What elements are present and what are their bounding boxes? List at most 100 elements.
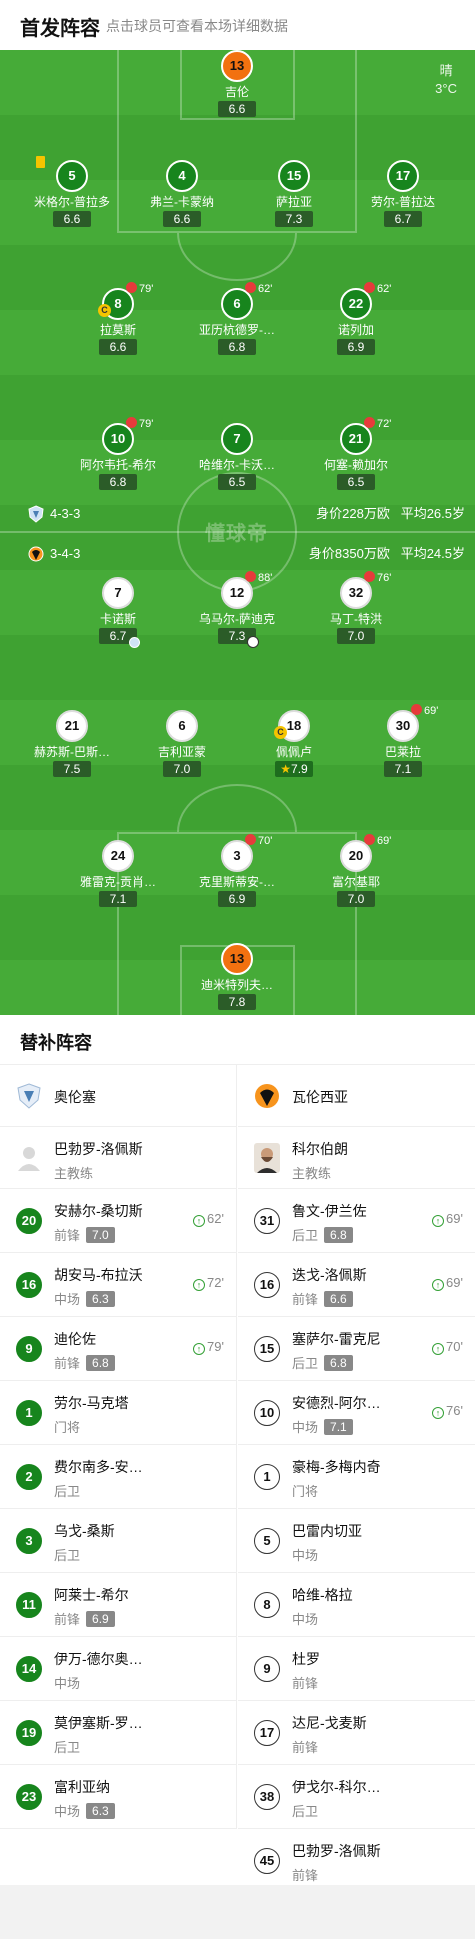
home-player-card[interactable]: 13 吉伦 6.6 <box>177 50 297 118</box>
jersey-number: 15 <box>254 1336 280 1362</box>
sub-player-row[interactable]: 10 安德烈-阿尔… 中场 7.1 ↑ 76' <box>238 1381 475 1445</box>
away-player-card[interactable]: 21 赫苏斯-巴斯… 7.5 <box>12 710 132 778</box>
player-rating: 6.3 <box>86 1291 115 1307</box>
jersey-number: 13 <box>221 50 253 82</box>
sub-on-arrow-icon: ↑ <box>193 1279 206 1291</box>
player-name: 伊戈尔-科尔… <box>292 1779 381 1795</box>
away-player-card[interactable]: 24 雅雷克-贡肖… 7.1 <box>58 840 178 908</box>
captain-icon: C <box>274 726 287 739</box>
away-bench-column: 瓦伦西亚 科尔伯朗 主教练 31 鲁文-伊兰佐 后卫 6.8 ↑ 69' 16 迭戈-洛佩斯前… <box>238 1065 475 1893</box>
away-player-card[interactable]: 18 C 佩佩卢 ★7.9 <box>234 710 354 778</box>
sub-player-row[interactable]: 9 杜罗 前锋 <box>238 1637 475 1701</box>
away-player-card[interactable]: 6 吉利亚蒙 7.0 <box>122 710 242 778</box>
home-formation: 4-3-3 <box>50 506 81 521</box>
sub-player-row[interactable]: 31 鲁文-伊兰佐 后卫 6.8 ↑ 69' <box>238 1189 475 1253</box>
sub-player-row[interactable]: 8 哈维-格拉 中场 <box>238 1573 475 1637</box>
player-rating: 7.1 <box>384 761 422 777</box>
home-player-card[interactable]: 22 62' 诺列加 6.9 <box>296 282 416 356</box>
jersey-number: 23 <box>16 1784 42 1810</box>
away-subs-list: 31 鲁文-伊兰佐 后卫 6.8 ↑ 69' 16 迭戈-洛佩斯 前锋 6.6 ↑ 69' 15 塞萨尔-… <box>238 1189 475 1893</box>
jersey-number: 21 <box>56 710 88 742</box>
player-name: 巴莱拉 <box>384 745 421 759</box>
page-title: 首发阵容 <box>20 18 100 40</box>
sub-player-row[interactable]: 3 乌戈-桑斯 后卫 <box>0 1509 236 1573</box>
sub-time: 72' <box>207 1275 224 1290</box>
sub-player-row[interactable]: 17 达尼-戈麦斯 前锋 <box>238 1701 475 1765</box>
jersey-number: 15 <box>278 160 310 192</box>
jersey-number: 13 <box>221 943 253 975</box>
away-average-age: 平均24.5岁 <box>400 546 465 561</box>
player-position: 后卫 <box>54 1740 81 1755</box>
home-player-card[interactable]: 4 弗兰-卡蒙纳 6.6 <box>122 160 242 228</box>
home-player-card[interactable]: 17 劳尔-普拉达 6.7 <box>343 160 463 228</box>
home-player-card[interactable]: 7 哈维尔-卡沃… 6.5 <box>177 423 297 491</box>
sub-player-row[interactable]: 5 巴雷内切亚 中场 <box>238 1509 475 1573</box>
coach-avatar-icon <box>254 1143 280 1173</box>
sub-player-row[interactable]: 19 莫伊塞斯-罗… 后卫 <box>0 1701 236 1765</box>
player-name: 劳尔-普拉达 <box>371 195 435 209</box>
jersey-number: 17 <box>254 1720 280 1746</box>
sub-player-row[interactable]: 14 伊万-德尔奥… 中场 <box>0 1637 236 1701</box>
sub-time: 69' <box>424 705 439 717</box>
sub-time: 69' <box>377 835 392 847</box>
home-player-card[interactable]: 5 米格尔-普拉多 6.6 <box>12 156 132 228</box>
away-player-card[interactable]: 12 88' 乌马尔-萨迪克 7.3 <box>177 571 297 648</box>
sub-player-row[interactable]: 16 迭戈-洛佩斯 前锋 6.6 ↑ 69' <box>238 1253 475 1317</box>
sub-player-row[interactable]: 16 胡安马-布拉沃 中场 6.3 ↑ 72' <box>0 1253 236 1317</box>
home-player-card[interactable]: 15 萨拉亚 7.3 <box>234 160 354 228</box>
player-rating: 6.6 <box>218 101 256 117</box>
sub-player-row[interactable]: 2 费尔南多-安… 后卫 <box>0 1445 236 1509</box>
sub-off-icon <box>411 704 422 715</box>
player-position: 中场 <box>292 1548 319 1563</box>
coach-row[interactable]: 科尔伯朗 主教练 <box>238 1127 475 1189</box>
away-player-card[interactable]: 7 卡诺斯 6.7 <box>58 577 178 648</box>
jersey-number: 7 <box>221 423 253 455</box>
away-player-card[interactable]: 32 76' 马丁-特洪 7.0 <box>296 571 416 645</box>
away-player-card[interactable]: 13 迪米特列夫… 7.8 <box>177 943 297 1011</box>
sub-player-row[interactable]: 1 劳尔-马克塔 门将 <box>0 1381 236 1445</box>
away-formation: 3-4-3 <box>50 546 81 561</box>
player-position: 前锋 <box>54 1612 81 1627</box>
player-position: 后卫 <box>292 1228 319 1243</box>
player-name: 达尼-戈麦斯 <box>292 1715 367 1731</box>
player-rating: 7.9 <box>291 762 308 776</box>
jersey-number: 6 <box>166 710 198 742</box>
jersey-number: 1 <box>254 1464 280 1490</box>
player-name: 塞萨尔-雷克尼 <box>292 1331 381 1347</box>
team-name: 瓦伦西亚 <box>292 1089 348 1105</box>
away-player-card[interactable]: 30 69' 巴莱拉 7.1 <box>343 704 463 778</box>
player-rating: 6.6 <box>163 211 201 227</box>
home-crest-icon <box>28 505 44 523</box>
home-player-card[interactable]: 6 62' 亚历杭德罗-… 6.8 <box>177 282 297 356</box>
sub-player-row[interactable]: 23 富利亚纳 中场 6.3 <box>0 1765 236 1829</box>
jersey-number: 9 <box>254 1656 280 1682</box>
jersey-number: 17 <box>387 160 419 192</box>
home-player-card[interactable]: 8 79' C 拉莫斯 6.6 <box>58 282 178 356</box>
sub-time: 69' <box>446 1275 463 1290</box>
sub-off-icon <box>245 834 256 845</box>
player-rating: 6.5 <box>218 474 256 490</box>
jersey-number: 1 <box>16 1400 42 1426</box>
home-player-card[interactable]: 21 72' 何塞-赖加尔 6.5 <box>296 417 416 491</box>
sub-player-row[interactable]: 1 豪梅-多梅内奇 门将 <box>238 1445 475 1509</box>
sub-player-row[interactable]: 11 阿莱士-希尔 前锋 6.9 <box>0 1573 236 1637</box>
home-player-card[interactable]: 10 79' 阿尔韦托-希尔 6.8 <box>58 417 178 491</box>
player-name: 弗兰-卡蒙纳 <box>150 195 214 209</box>
coach-row[interactable]: 巴勃罗-洛佩斯 主教练 <box>0 1127 236 1189</box>
away-player-card[interactable]: 20 69' 富尔基耶 7.0 <box>296 834 416 908</box>
sub-player-row[interactable]: 9 迪伦佐 前锋 6.8 ↑ 79' <box>0 1317 236 1381</box>
player-rating: 7.0 <box>163 761 201 777</box>
sub-player-row[interactable]: 45 巴勃罗-洛佩斯 前锋 <box>238 1829 475 1893</box>
player-name: 安赫尔-桑切斯 <box>54 1203 143 1219</box>
sub-on-arrow-icon: ↑ <box>432 1343 445 1355</box>
away-player-card[interactable]: 3 70' 克里斯蒂安-… 6.9 <box>177 834 297 908</box>
sub-player-row[interactable]: 15 塞萨尔-雷克尼 后卫 6.8 ↑ 70' <box>238 1317 475 1381</box>
jersey-number: 24 <box>102 840 134 872</box>
sub-player-row[interactable]: 20 安赫尔-桑切斯 前锋 7.0 ↑ 62' <box>0 1189 236 1253</box>
sub-time: 72' <box>377 418 392 430</box>
sub-player-row[interactable]: 38 伊戈尔-科尔… 后卫 <box>238 1765 475 1829</box>
player-name: 阿莱士-希尔 <box>54 1587 129 1603</box>
away-market-value: 身价8350万欧 <box>308 546 390 561</box>
player-name: 阿尔韦托-希尔 <box>80 458 156 472</box>
sub-time: 62' <box>207 1211 224 1226</box>
